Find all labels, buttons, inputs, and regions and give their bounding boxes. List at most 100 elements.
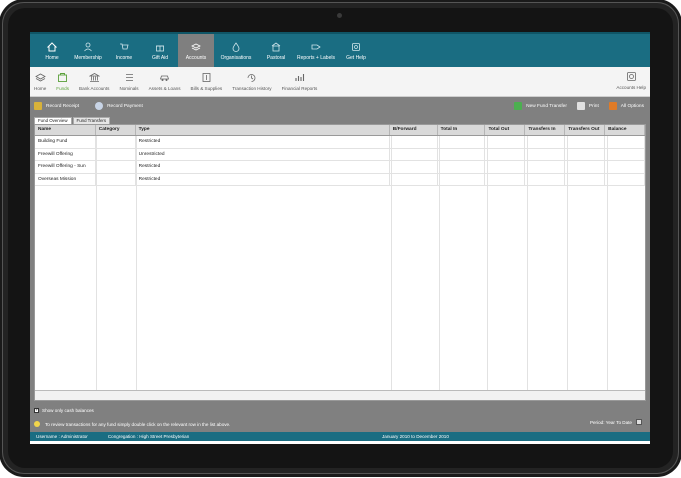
table-row[interactable]: Freewill Offering Unrestricted [35,148,645,161]
cell-total-in [438,173,486,185]
record-receipt-label: Record Receipt [46,103,80,109]
cell-category [96,148,136,160]
subnav-financial-reports[interactable]: Financial Reports [282,72,317,91]
col-total-out[interactable]: Total Out [485,125,526,135]
col-transfers-out[interactable]: Transfers Out [565,125,606,135]
accounts-help-button[interactable]: Accounts Help [616,71,646,90]
help-icon [351,42,361,52]
nav-home[interactable]: Home [34,34,70,67]
cell-total-in [438,161,486,173]
cell-name: Building Fund [35,136,96,148]
subnav-bank-accounts[interactable]: Bank Accounts [79,72,109,91]
cell-transfers-out [565,136,606,148]
table-row[interactable]: Overseas Mission Restricted [35,173,645,186]
cell-type: Restricted [136,161,390,173]
subnav-home-label: Home [34,86,47,91]
record-payment-label: Record Payment [107,103,143,109]
cell-transfers-out [565,173,606,185]
cell-category [96,161,136,173]
column-divider [439,136,440,400]
cell-transfers-in [525,136,566,148]
nav-membership[interactable]: Membership [70,34,106,67]
nav-pastoral[interactable]: Pastoral [258,34,294,67]
stack-icon [191,42,201,52]
hint-text: To review transactions for any fund simp… [34,421,230,427]
nav-income[interactable]: Income [106,34,142,67]
column-divider [567,136,568,400]
cash-balances-checkbox[interactable]: Show only cash balances [34,407,94,413]
fund-panel: Fund Overview Fund Transfers Name Catego… [30,113,650,405]
all-options-button[interactable]: All Options [608,102,644,110]
column-divider [96,136,97,400]
cell-transfers-in [525,148,566,160]
camera-dot [337,13,342,18]
subnav-bills-supplies[interactable]: Bills & Supplies [191,72,222,91]
accounts-subnav: Home Funds Bank Accounts Nominals Assets… [30,67,650,97]
nav-membership-label: Membership [74,55,102,61]
period-selector[interactable]: Period: Year To Date [590,419,642,425]
nav-get-help[interactable]: Get Help [338,34,374,67]
cell-transfers-out [565,161,606,173]
tab-fund-overview[interactable]: Fund Overview [34,117,72,124]
column-divider [527,136,528,400]
tab-fund-transfers[interactable]: Fund Transfers [72,117,111,124]
col-category[interactable]: Category [96,125,136,135]
nav-organisations-label: Organisations [220,55,252,61]
help-icon [626,72,636,81]
col-transfers-in[interactable]: Transfers In [525,125,566,135]
record-payment-button[interactable]: Record Payment [95,102,143,110]
receipt-icon [34,102,42,110]
cell-balance [605,173,645,185]
lightbulb-icon [34,421,40,427]
nav-pastoral-label: Pastoral [266,55,286,61]
panel-footer: Show only cash balances To review transa… [30,405,650,432]
cell-bforward [390,136,438,148]
col-total-in[interactable]: Total In [438,125,486,135]
subnav-nominals[interactable]: Nominals [119,72,139,91]
funds-icon [58,73,68,82]
accounts-help-label: Accounts Help [616,85,646,90]
subnav-transaction-history[interactable]: Transaction History [232,72,272,91]
subnav-assets-loans[interactable]: Assets & Loans [149,72,181,91]
subnav-home[interactable]: Home [34,72,46,91]
nav-gift-aid[interactable]: Gift Aid [142,34,178,67]
app-screen: Home Membership Income Gift Aid Accounts [30,32,650,444]
col-bforward[interactable]: B/Forward [390,125,438,135]
subnav-assets-loans-label: Assets & Loans [148,86,181,91]
cell-total-out [485,161,526,173]
bank-icon [88,73,100,82]
chart-icon [295,74,305,81]
table-row[interactable]: Freewill Offering - Sun Restricted [35,161,645,174]
cell-bforward [390,173,438,185]
nav-reports-labels-label: Reports + Labels [297,55,335,61]
subnav-funds[interactable]: Funds [56,72,69,91]
subnav-funds-label: Funds [56,86,70,91]
table-row[interactable]: Building Fund Restricted [35,136,645,149]
col-name[interactable]: Name [35,125,96,135]
stack-icon [34,73,46,82]
cell-balance [605,148,645,160]
cell-transfers-in [525,161,566,173]
cell-bforward [390,148,438,160]
nav-income-label: Income [115,55,133,61]
status-date-range: January 2010 to December 2010 [382,434,449,439]
checkbox-box[interactable] [34,407,39,413]
calendar-icon[interactable] [636,419,642,425]
nav-home-label: Home [45,55,59,61]
new-fund-transfer-button[interactable]: New Fund Transfer [514,102,567,110]
cell-total-out [485,173,526,185]
record-receipt-button[interactable]: Record Receipt [34,102,79,110]
main-nav: Home Membership Income Gift Aid Accounts [30,34,650,67]
col-balance[interactable]: Balance [605,125,645,135]
cell-total-in [438,148,486,160]
col-type[interactable]: Type [136,125,390,135]
period-label: Period: Year To Date [589,419,632,425]
nav-reports-labels[interactable]: Reports + Labels [294,34,338,67]
car-icon [159,75,170,81]
nav-accounts[interactable]: Accounts [178,34,214,67]
cell-type: Unrestricted [136,148,390,160]
column-divider [487,136,488,400]
all-options-label: All Options [620,103,644,109]
nav-organisations[interactable]: Organisations [214,34,258,67]
print-button[interactable]: Print [576,102,599,110]
